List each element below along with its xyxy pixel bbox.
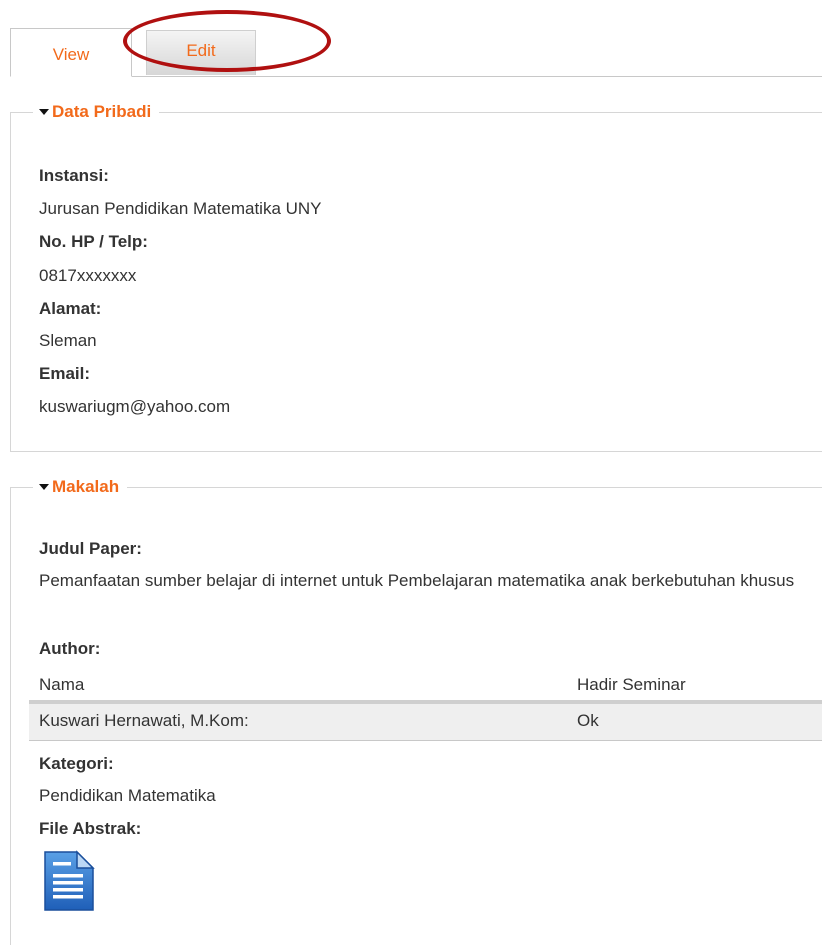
header-hadir-seminar: Hadir Seminar	[577, 675, 686, 694]
tab-view-label: View	[52, 44, 90, 64]
email-label: Email:	[39, 364, 91, 383]
tab-edit[interactable]: Edit	[146, 30, 256, 75]
kategori-label: Kategori:	[39, 754, 114, 773]
author-label: Author:	[39, 639, 101, 658]
instansi-value: Jurusan Pendidikan Matematika UNY	[39, 199, 322, 218]
email-value: kuswariugm@yahoo.com	[39, 397, 231, 416]
hp-label: No. HP / Telp:	[39, 232, 148, 251]
data-pribadi-legend-label: Data Pribadi	[52, 102, 152, 121]
author-name-cell: Kuswari Hernawati, M.Kom:	[39, 711, 249, 730]
file-abstrak-label: File Abstrak:	[39, 819, 142, 838]
author-hadir-cell: Ok	[577, 711, 599, 730]
tab-bar: View Edit	[10, 28, 822, 77]
hp-value: 0817xxxxxxx	[39, 266, 137, 285]
alamat-value: Sleman	[39, 331, 97, 350]
alamat-label: Alamat:	[39, 299, 102, 318]
document-icon[interactable]	[41, 850, 97, 912]
makalah-legend[interactable]: Makalah	[33, 476, 128, 498]
makalah-section: Makalah Judul Paper: Pemanfaatan sumber …	[10, 476, 822, 945]
collapse-caret-icon	[39, 484, 49, 490]
collapse-caret-icon	[39, 109, 49, 115]
table-row: Kuswari Hernawati, M.Kom: Ok	[29, 704, 822, 741]
author-table-header: Nama Hadir Seminar	[29, 668, 822, 704]
kategori-value: Pendidikan Matematika	[39, 786, 216, 805]
page: View Edit Data Pribadi Instansi: Jurusan…	[0, 0, 822, 945]
header-nama: Nama	[39, 675, 85, 694]
data-pribadi-legend[interactable]: Data Pribadi	[33, 101, 160, 123]
author-table: Nama Hadir Seminar Kuswari Hernawati, M.…	[29, 668, 822, 741]
tab-edit-label: Edit	[186, 41, 216, 60]
data-pribadi-section: Data Pribadi Instansi: Jurusan Pendidika…	[10, 101, 822, 452]
makalah-legend-label: Makalah	[52, 477, 120, 496]
instansi-label: Instansi:	[39, 166, 109, 185]
tab-view[interactable]: View	[10, 28, 132, 77]
judul-value: Pemanfaatan sumber belajar di internet u…	[39, 571, 795, 590]
judul-label: Judul Paper:	[39, 539, 142, 558]
